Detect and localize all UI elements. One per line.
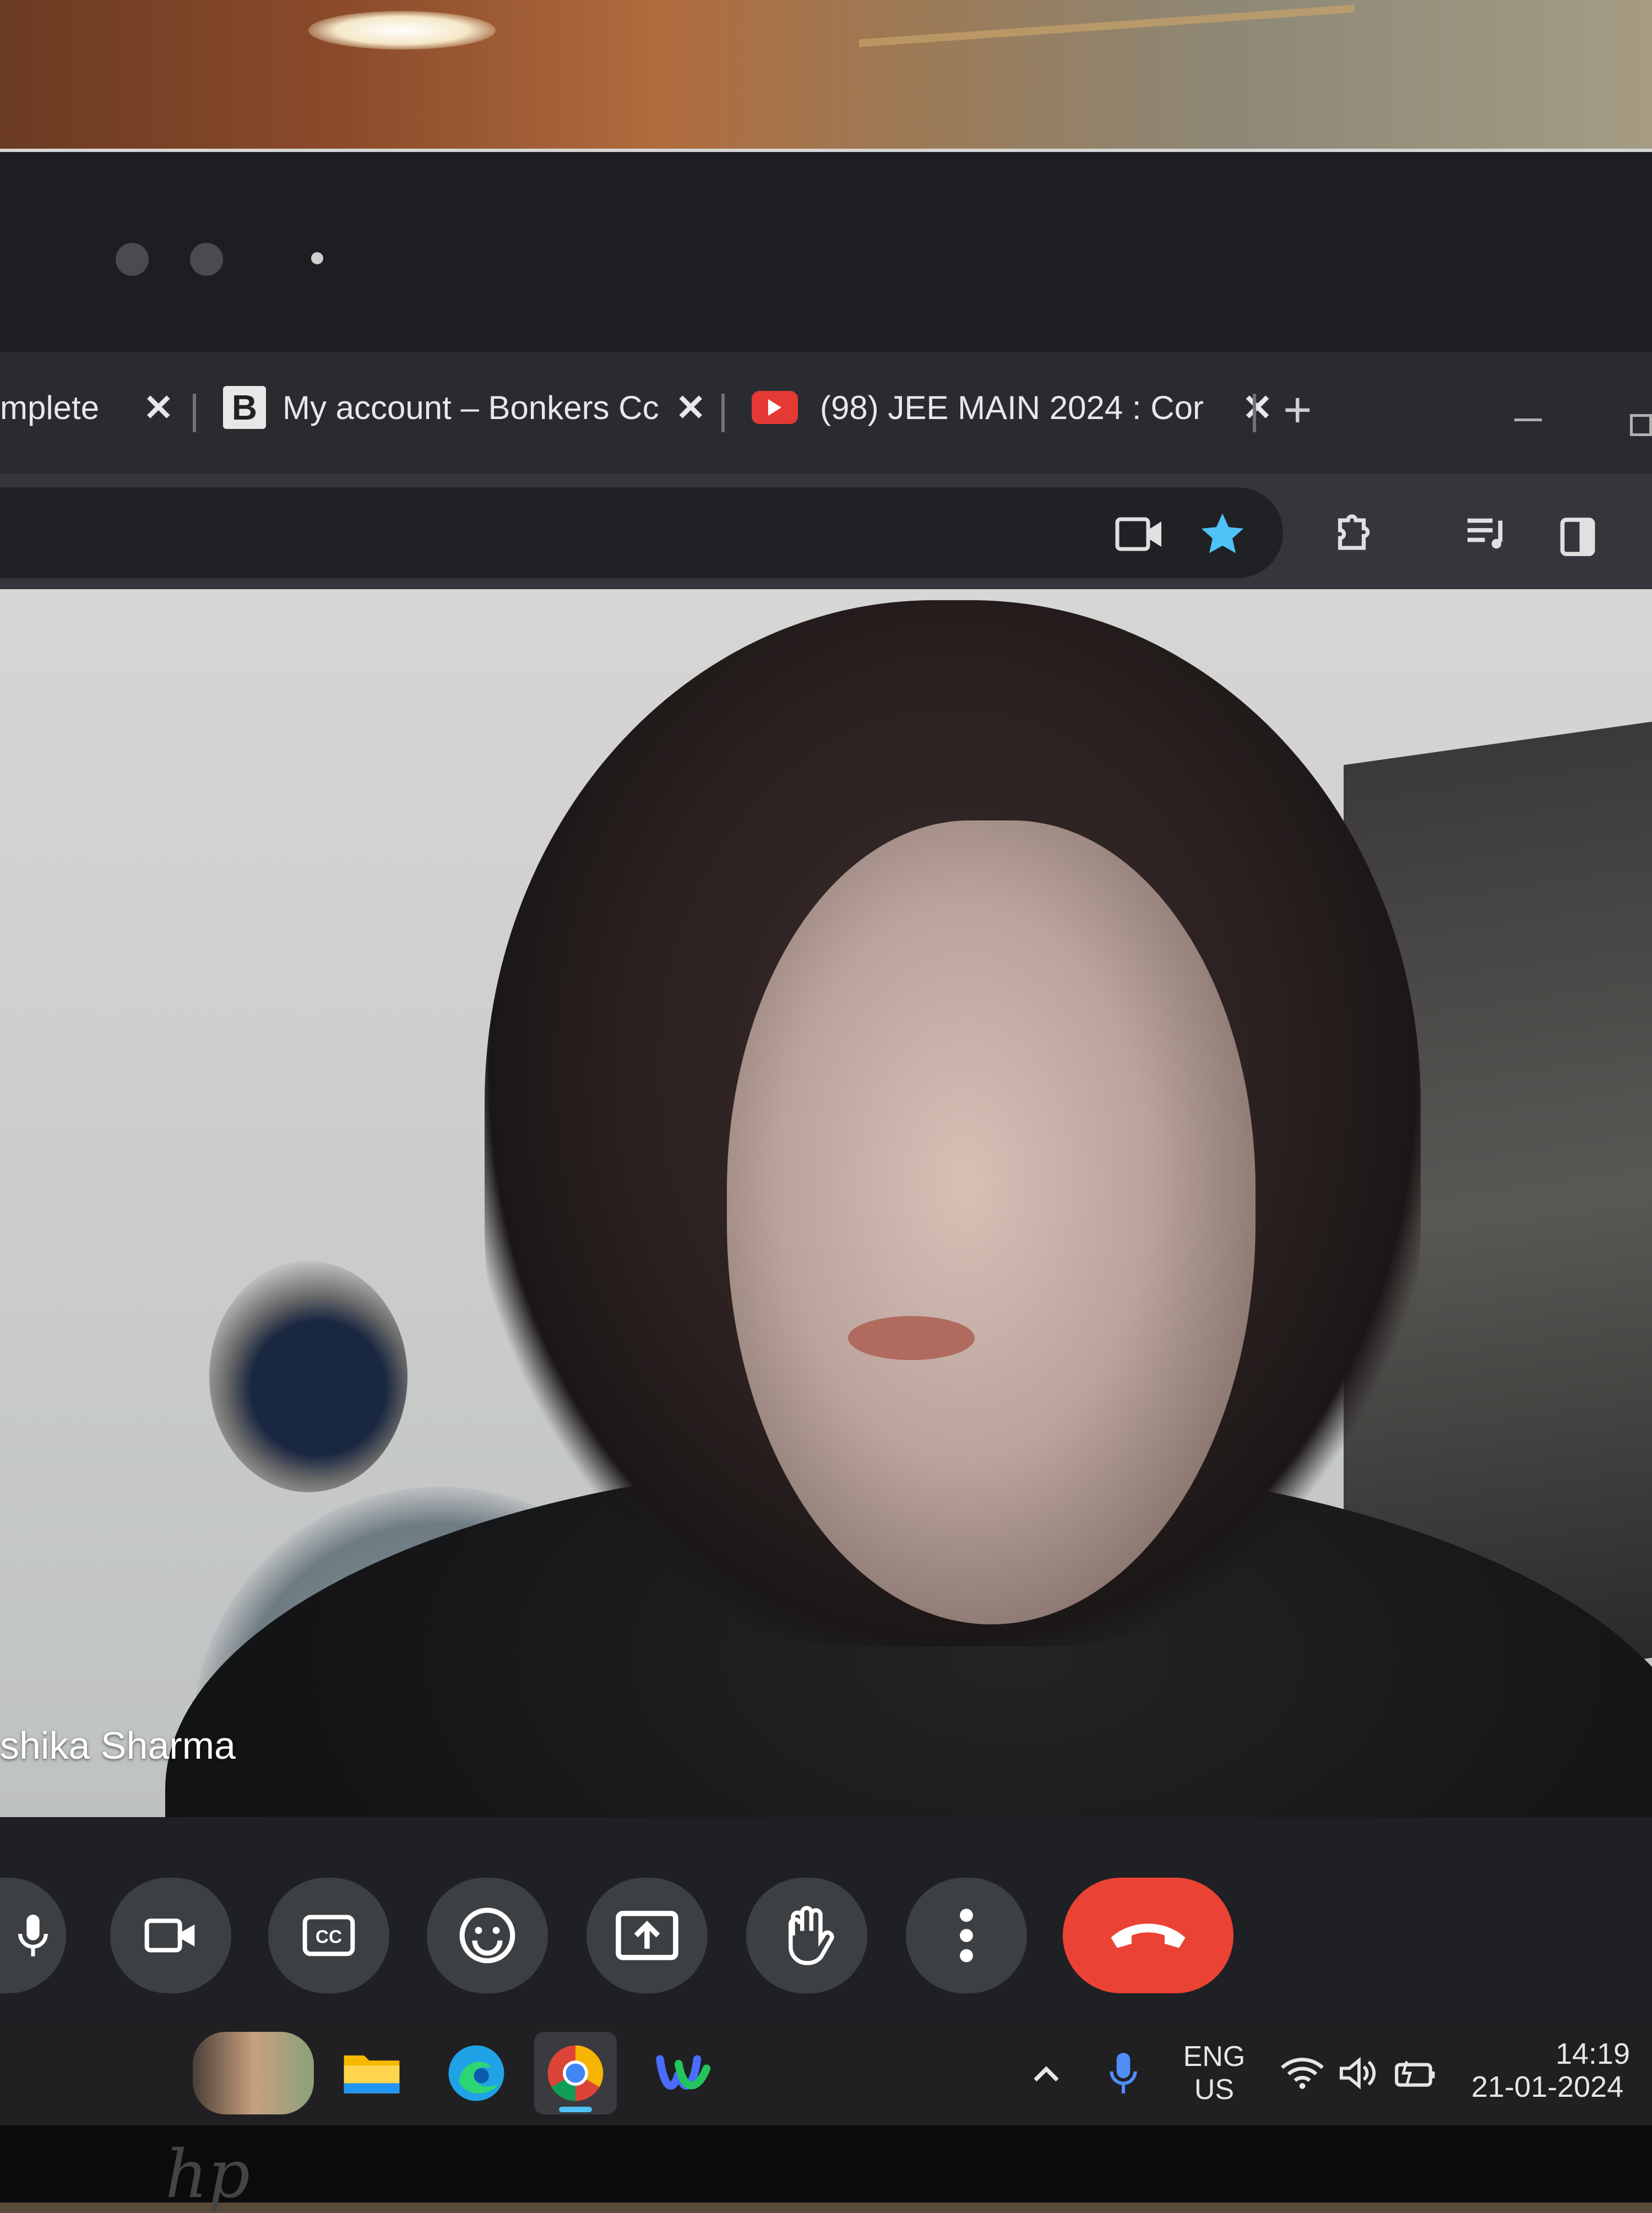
camera-toggle-button[interactable] <box>110 1878 231 1993</box>
chrome-icon[interactable] <box>534 2032 617 2114</box>
extensions-icon[interactable] <box>1324 507 1379 562</box>
webex-icon[interactable] <box>644 2032 727 2114</box>
clock[interactable]: 14:19 21-01-2024 <box>1465 2037 1630 2103</box>
present-button[interactable] <box>586 1878 708 1993</box>
tab-separator <box>1253 394 1256 432</box>
clock-date: 21-01-2024 <box>1471 2070 1624 2103</box>
captions-icon: CC <box>302 1915 355 1956</box>
region-code: US <box>1194 2074 1235 2106</box>
address-bar[interactable] <box>0 487 1283 578</box>
camera-toggle-icon <box>144 1918 195 1953</box>
active-indicator <box>559 2107 592 2112</box>
tray-mic-icon[interactable] <box>1101 2048 1145 2098</box>
close-icon[interactable]: ✕ <box>1242 387 1273 429</box>
tab-separator <box>193 394 196 432</box>
youtube-icon <box>752 391 798 424</box>
widget-icon[interactable] <box>193 2032 314 2114</box>
close-icon[interactable]: ✕ <box>143 387 173 429</box>
more-options-button[interactable] <box>906 1878 1027 1993</box>
webcam-lens <box>190 243 223 276</box>
star-icon[interactable] <box>1195 507 1250 562</box>
participant-name: shika Sharma <box>0 1724 236 1767</box>
new-tab-icon[interactable]: + <box>1283 385 1312 435</box>
media-control-icon[interactable] <box>1459 509 1514 559</box>
tab-title: My account – Bonkers Cc <box>282 389 659 426</box>
camera-icon[interactable] <box>1112 509 1167 559</box>
battery-icon[interactable] <box>1390 2051 1440 2095</box>
minimize-button[interactable] <box>1514 418 1542 421</box>
captions-button[interactable]: CC <box>268 1878 389 1993</box>
tab-title: mplete <box>0 389 100 426</box>
webcam-indicator <box>311 252 323 264</box>
language-code: ENG <box>1183 2041 1246 2073</box>
more-options-icon <box>960 1908 973 1962</box>
language-indicator[interactable]: ENG US <box>1178 2040 1250 2106</box>
participant-mouth <box>848 1316 975 1360</box>
present-icon <box>616 1911 678 1960</box>
volume-icon[interactable] <box>1333 2051 1382 2095</box>
tab-separator <box>721 394 725 432</box>
tab-title: (98) JEE MAIN 2024 : Cor <box>820 389 1204 426</box>
video-feed <box>0 589 1652 1823</box>
chevron-up-icon[interactable] <box>1027 2054 1066 2092</box>
webcam-sensor <box>116 243 149 276</box>
wall-port <box>209 1261 407 1492</box>
ceiling-light <box>308 11 496 50</box>
end-call-button[interactable] <box>1063 1878 1233 1993</box>
file-explorer-icon[interactable] <box>330 2032 413 2114</box>
emoji-button[interactable] <box>427 1878 548 1993</box>
wifi-icon[interactable] <box>1278 2051 1327 2095</box>
maximize-button[interactable] <box>1630 414 1652 436</box>
end-call-icon <box>1111 1923 1186 1948</box>
laptop-bezel <box>0 149 1652 361</box>
edge-icon[interactable] <box>435 2032 518 2114</box>
hp-logo: hp <box>165 2136 251 2213</box>
emoji-icon <box>459 1907 515 1964</box>
side-panel-icon[interactable] <box>1553 512 1602 562</box>
tab-complete[interactable]: mplete ✕ <box>0 374 173 441</box>
close-icon[interactable]: ✕ <box>676 387 706 429</box>
participant-face <box>727 820 1256 1624</box>
raise-hand-icon <box>789 1906 834 1965</box>
tab-youtube-jee[interactable]: (98) JEE MAIN 2024 : Cor ✕ <box>752 374 1273 441</box>
bonkers-favicon: B <box>223 386 266 429</box>
raise-hand-button[interactable] <box>746 1878 867 1993</box>
svg-text:CC: CC <box>316 1927 342 1947</box>
clock-time: 14:19 <box>1555 2037 1630 2070</box>
tab-my-account[interactable]: B My account – Bonkers Cc ✕ <box>223 374 706 441</box>
